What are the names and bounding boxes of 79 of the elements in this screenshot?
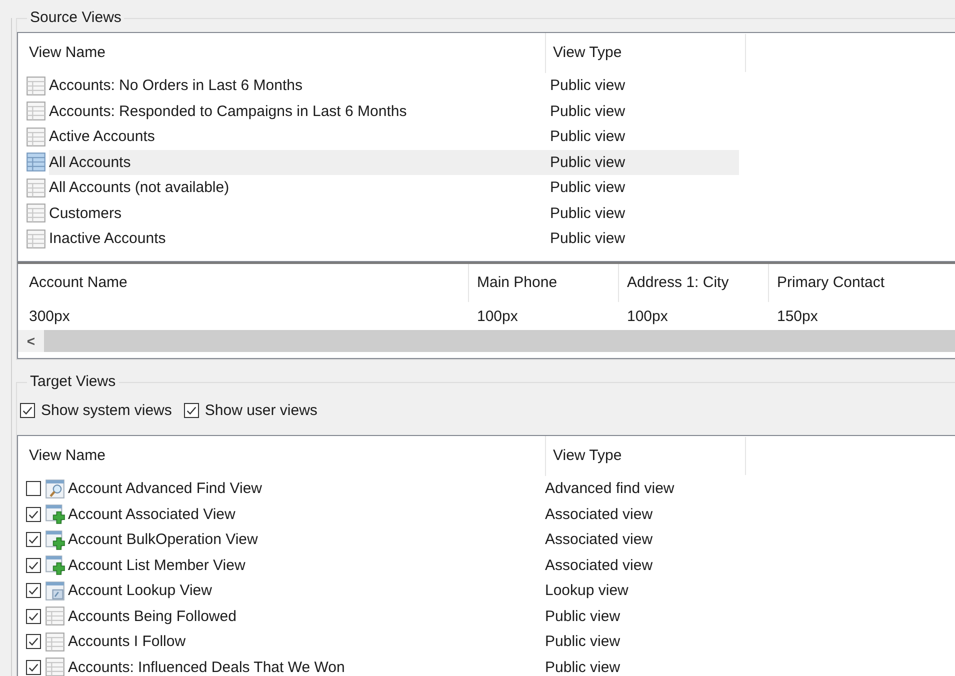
list-row[interactable]: Accounts Being Followed Public view: [68, 604, 758, 629]
view-type: Associated view: [545, 556, 653, 574]
view-name: Accounts Being Followed: [68, 608, 238, 625]
view-name: All Accounts: [49, 154, 132, 171]
view-type: Public view: [550, 179, 626, 196]
view-type: Lookup view: [545, 582, 628, 600]
horizontal-scrollbar[interactable]: <: [18, 330, 955, 352]
add-view-icon: [45, 555, 65, 576]
view-name: Accounts I Follow: [68, 633, 187, 650]
column-width: 150px: [776, 308, 819, 324]
column-width: 100px: [626, 308, 669, 324]
list-row[interactable]: All Accounts Public view: [49, 150, 739, 175]
column-header[interactable]: View Type: [545, 436, 745, 476]
view-name: Accounts: Influenced Deals That We Won: [68, 658, 346, 676]
view-type: Advanced find view: [545, 480, 674, 498]
checkbox[interactable]: [26, 583, 41, 598]
list-row[interactable]: Account Associated View Associated view: [68, 502, 758, 527]
list-row[interactable]: Account BulkOperation View Associated view: [68, 527, 758, 552]
column-header[interactable]: View Type: [545, 33, 745, 73]
list-row[interactable]: Account Advanced Find View Advanced find view: [68, 476, 758, 502]
view-type: Associated view: [545, 506, 653, 523]
view-name: Accounts: Responded to Campaigns in Last 6 Months: [49, 102, 408, 120]
column-name: Main Phone: [468, 264, 618, 302]
view-name: Account List Member View: [68, 556, 246, 574]
view-name: Account BulkOperation View: [68, 531, 259, 548]
view-name: Customers: [49, 204, 123, 222]
view-name: Accounts: No Orders in Last 6 Months: [49, 77, 304, 94]
view-name: Inactive Accounts: [49, 230, 167, 248]
column-width: 100px: [476, 308, 519, 324]
view-type: Public view: [545, 658, 620, 676]
list-row[interactable]: Accounts: Responded to Campaigns in Last 6 Months Public view: [49, 98, 739, 124]
checkbox[interactable]: [26, 634, 41, 650]
view-type: Public view: [550, 102, 626, 120]
list-row[interactable]: Accounts: No Orders in Last 6 Months Public view: [49, 73, 739, 98]
list-row[interactable]: Inactive Accounts Public view: [49, 226, 739, 252]
list-row[interactable]: All Accounts (not available) Public view: [49, 175, 739, 200]
list-row[interactable]: Accounts: Influenced Deals That We Won Public view: [68, 654, 758, 676]
view-type: Public view: [545, 608, 620, 625]
view-type: Public view: [550, 77, 626, 94]
add-view-icon: [45, 530, 65, 550]
view-name: All Accounts (not available): [49, 179, 230, 196]
column-width: 300px: [29, 308, 71, 324]
view-type: Public view: [550, 230, 626, 248]
view-type: Public view: [545, 633, 620, 650]
lookup-icon: [45, 580, 65, 601]
view-type: Public view: [550, 204, 626, 222]
grid-icon: [45, 606, 65, 626]
list-row[interactable]: Customers Public view: [49, 200, 739, 226]
list-row[interactable]: Account Lookup View Lookup view: [68, 578, 758, 604]
grid-icon: [45, 632, 65, 652]
column-header[interactable]: View Name: [18, 33, 545, 73]
magnifier-icon: [45, 478, 65, 499]
view-name: Account Advanced Find View: [68, 480, 264, 498]
column-name: Account Name: [29, 273, 128, 293]
add-view-icon: [45, 504, 65, 524]
view-name: Active Accounts: [49, 128, 156, 146]
column-header[interactable]: View Name: [18, 436, 545, 476]
view-name: Account Lookup View: [68, 582, 213, 600]
list-row[interactable]: Active Accounts Public view: [49, 124, 739, 150]
checkbox[interactable]: [26, 481, 41, 496]
column-name: Primary Contact: [768, 264, 918, 302]
checkbox-label[interactable]: Show system views: [41, 402, 172, 418]
view-name: Account Associated View: [68, 506, 236, 523]
checkbox[interactable]: [26, 660, 41, 675]
checkbox[interactable]: [26, 506, 41, 522]
checkbox[interactable]: [26, 532, 41, 548]
scroll-left-button[interactable]: <: [18, 330, 44, 352]
column-name: Address 1: City: [618, 264, 768, 302]
group-title: Target Views: [27, 373, 119, 391]
checkbox[interactable]: [26, 608, 41, 624]
view-type: Public view: [550, 128, 626, 146]
view-type: Public view: [550, 154, 626, 171]
list-row[interactable]: Accounts I Follow Public view: [68, 629, 758, 654]
checkbox[interactable]: [184, 402, 199, 418]
checkbox[interactable]: [20, 402, 35, 418]
list-row[interactable]: Account List Member View Associated view: [68, 552, 758, 578]
checkbox-label[interactable]: Show user views: [204, 402, 318, 418]
checkbox[interactable]: [26, 558, 41, 573]
view-type: Associated view: [545, 531, 653, 548]
